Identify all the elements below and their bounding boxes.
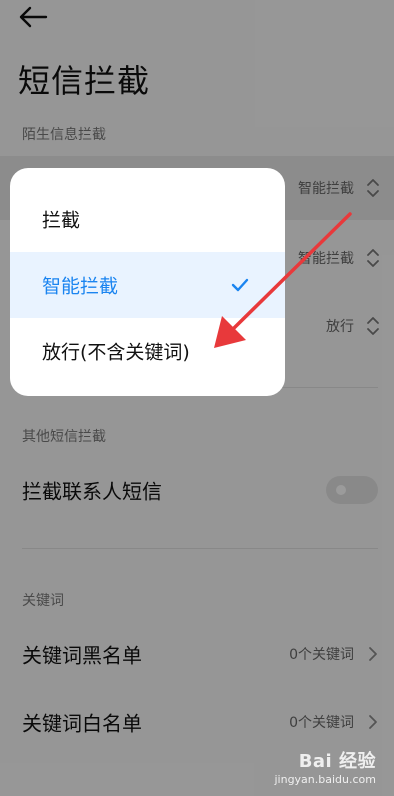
menu-option-allow[interactable]: 放行(不含关键词): [10, 318, 285, 384]
menu-option-label: 拦截: [42, 209, 81, 232]
menu-option-label: 智能拦截: [42, 275, 119, 298]
menu-option-label: 放行(不含关键词): [42, 341, 190, 364]
menu-option-block[interactable]: 拦截: [10, 186, 285, 252]
watermark-logo: Bai 经验: [298, 751, 376, 772]
baidu-jingyan-watermark: Bai 经验 jingyan.baidu.com: [274, 747, 376, 786]
watermark-url: jingyan.baidu.com: [274, 773, 376, 786]
intercept-mode-popup: 拦截 智能拦截 放行(不含关键词): [10, 168, 285, 396]
checkmark-icon: [231, 278, 249, 292]
modal-overlay[interactable]: [0, 0, 394, 796]
menu-option-smart-block[interactable]: 智能拦截: [10, 252, 285, 318]
